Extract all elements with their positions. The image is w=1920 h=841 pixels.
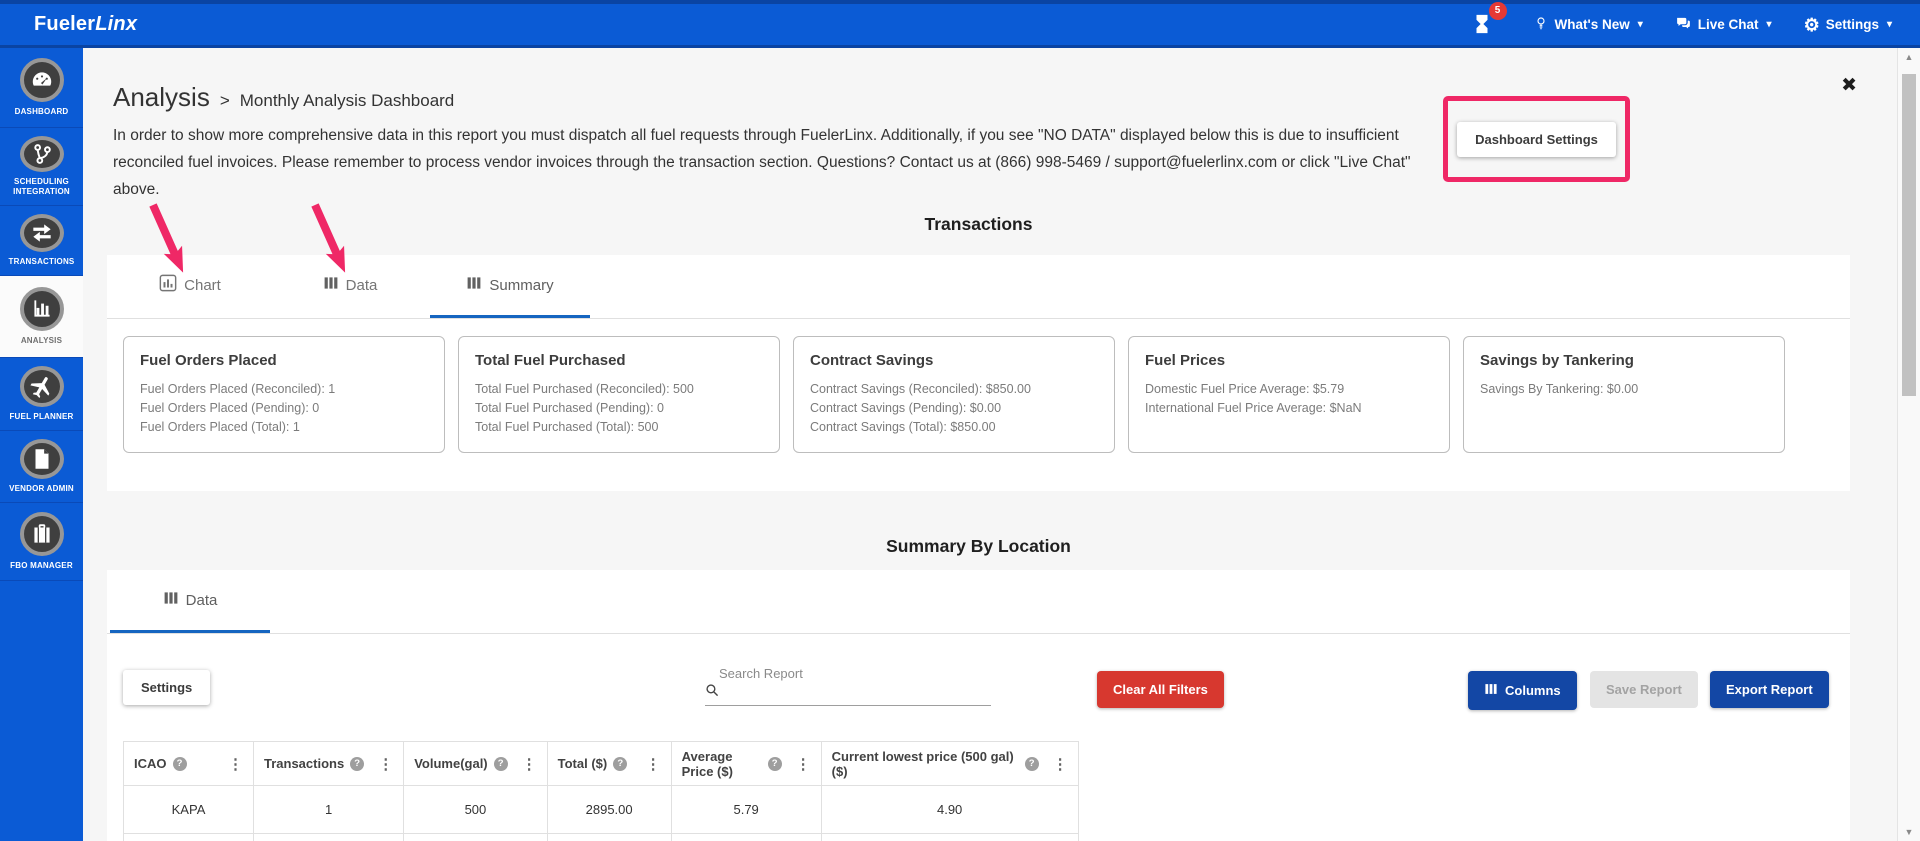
column-menu-icon[interactable]: ⋮ — [376, 755, 395, 773]
transactions-section-heading: Transactions — [924, 214, 1033, 234]
cell-transactions: 1 — [252, 785, 405, 834]
column-menu-icon[interactable]: ⋮ — [520, 755, 539, 773]
help-icon[interactable]: ? — [1024, 756, 1039, 771]
tab-data[interactable]: Data — [270, 255, 430, 318]
summary-by-location-panel: Data Settings Search Report Clear All Fi… — [107, 570, 1850, 841]
help-icon[interactable]: ? — [350, 756, 365, 771]
summary-cards: Fuel Orders Placed Fuel Orders Placed (R… — [107, 319, 1850, 470]
column-header-label: Total ($) — [557, 756, 608, 771]
column-header-label: ICAO — [134, 756, 167, 771]
search-report-label: Search Report — [719, 666, 803, 681]
dashboard-settings-annotation-box: Dashboard Settings — [1443, 96, 1630, 182]
column-header-label: Transactions — [264, 756, 345, 771]
transactions-tabs: Chart Data Summary — [107, 255, 1850, 319]
airplane-icon — [19, 366, 64, 407]
save-report-button[interactable]: Save Report — [1590, 671, 1698, 708]
sidebar-item-fbo-manager[interactable]: FBO MANAGER — [0, 503, 83, 581]
help-icon[interactable]: ? — [493, 756, 508, 771]
sidebar-navigation: DASHBOARD SCHEDULING INTEGRATION TRANSAC… — [0, 48, 83, 841]
lightbulb-icon — [1533, 15, 1549, 34]
sidebar-item-scheduling-integration[interactable]: SCHEDULING INTEGRATION — [0, 128, 83, 206]
git-branch-icon — [19, 136, 64, 172]
column-header-label: Current lowest price (500 gal) ($) — [831, 748, 1014, 779]
chevron-down-icon: ▾ — [1886, 19, 1892, 30]
clear-all-filters-button[interactable]: Clear All Filters — [1097, 671, 1224, 708]
swap-arrows-icon — [19, 214, 64, 252]
columns-bars-icon — [466, 275, 482, 295]
transactions-panel: Chart Data Summary Fuel Orders Placed Fu… — [107, 255, 1850, 491]
tab-chart[interactable]: Chart — [110, 255, 270, 318]
cell-total: 2895.00 — [546, 785, 672, 834]
bar-chart-icon — [19, 287, 64, 331]
search-report-field: Search Report — [705, 666, 991, 706]
settings-button[interactable]: Settings — [123, 670, 211, 705]
column-menu-icon[interactable]: ⋮ — [794, 755, 813, 773]
tab-summary[interactable]: Summary — [430, 255, 590, 318]
vertical-scrollbar[interactable]: ▲ ▼ — [1897, 48, 1920, 841]
close-icon[interactable]: ✖ — [1841, 76, 1857, 95]
summary-by-location-heading: Summary By Location — [886, 536, 1071, 556]
breadcrumb: Analysis > Monthly Analysis Dashboard — [113, 82, 455, 112]
help-icon[interactable]: ? — [172, 756, 187, 771]
scroll-up-arrow-icon[interactable]: ▲ — [1898, 48, 1920, 66]
column-header-label: Volume(gal) — [414, 756, 488, 771]
card-total-fuel-purchased: Total Fuel Purchased Total Fuel Purchase… — [458, 336, 780, 453]
card-savings-by-tankering: Savings by Tankering Savings By Tankerin… — [1463, 336, 1785, 453]
gauge-icon — [19, 58, 64, 102]
notification-badge: 5 — [1488, 1, 1507, 20]
help-icon[interactable]: ? — [767, 756, 782, 771]
report-toolbar: Settings Search Report Clear All Filters… — [107, 634, 1850, 726]
chart-box-icon — [159, 274, 177, 296]
cell-volume: 500 — [403, 785, 548, 834]
card-contract-savings: Contract Savings Contract Savings (Recon… — [793, 336, 1115, 453]
column-menu-icon[interactable]: ⋮ — [1051, 755, 1070, 773]
export-report-button[interactable]: Export Report — [1710, 671, 1829, 708]
column-menu-icon[interactable]: ⋮ — [226, 755, 245, 773]
app-logo: FuelerLinx — [34, 13, 138, 35]
columns-button[interactable]: Columns — [1468, 671, 1577, 710]
table-row-partial — [123, 833, 1079, 841]
page-title: Analysis — [113, 82, 210, 112]
chat-bubbles-icon — [1675, 15, 1692, 35]
columns-bars-icon — [1484, 682, 1498, 699]
settings-dropdown[interactable]: ⚙ Settings ▾ — [1804, 16, 1892, 34]
main-content: Analysis > Monthly Analysis Dashboard ✖ … — [83, 48, 1897, 841]
live-chat-dropdown[interactable]: Live Chat ▾ — [1675, 15, 1772, 35]
card-fuel-orders-placed: Fuel Orders Placed Fuel Orders Placed (R… — [123, 336, 445, 453]
sidebar-item-fuel-planner[interactable]: FUEL PLANNER — [0, 358, 83, 431]
notifications-button[interactable]: 5 — [1471, 1, 1507, 40]
column-header-label: Average Price ($) — [681, 748, 733, 779]
page-subtitle: Monthly Analysis Dashboard — [239, 91, 455, 110]
help-icon[interactable]: ? — [613, 756, 628, 771]
tab-location-data[interactable]: Data — [110, 570, 270, 633]
cell-icao: KAPA — [123, 785, 254, 834]
scrollbar-thumb[interactable] — [1902, 74, 1916, 396]
sidebar-item-transactions[interactable]: TRANSACTIONS — [0, 206, 83, 276]
search-report-input[interactable] — [721, 686, 991, 702]
column-menu-icon[interactable]: ⋮ — [644, 755, 663, 773]
cell-average-price: 5.79 — [670, 785, 822, 834]
table-row[interactable]: KAPA 1 500 2895.00 5.79 4.90 — [123, 785, 1079, 834]
top-navigation-bar: FuelerLinx 5 What's New ▾ Live Chat ▾ ⚙ … — [0, 0, 1920, 48]
chevron-down-icon: ▾ — [1637, 19, 1643, 30]
columns-bars-icon — [163, 590, 179, 610]
cell-current-lowest-price: 4.90 — [820, 785, 1079, 834]
document-icon — [19, 439, 64, 479]
summary-by-location-table: ICAO? ⋮ Transactions? ⋮ Volume(gal)? ⋮ Tota… — [123, 741, 1079, 841]
briefcase-icon — [19, 512, 64, 556]
sidebar-item-vendor-admin[interactable]: VENDOR ADMIN — [0, 431, 83, 503]
search-icon — [705, 683, 721, 702]
summary-tabs: Data — [107, 570, 1850, 634]
intro-text: In order to show more comprehensive data… — [113, 127, 1411, 198]
chevron-down-icon: ▾ — [1766, 19, 1772, 30]
dashboard-settings-button[interactable]: Dashboard Settings — [1457, 121, 1616, 157]
sidebar-item-analysis[interactable]: ANALYSIS — [0, 276, 83, 358]
sidebar-item-dashboard[interactable]: DASHBOARD — [0, 48, 83, 128]
card-fuel-prices: Fuel Prices Domestic Fuel Price Average:… — [1128, 336, 1450, 453]
hourglass-icon — [1471, 13, 1493, 40]
scroll-down-arrow-icon[interactable]: ▼ — [1898, 823, 1920, 841]
whats-new-dropdown[interactable]: What's New ▾ — [1533, 15, 1643, 34]
columns-bars-icon — [323, 275, 339, 295]
gear-icon: ⚙ — [1803, 14, 1820, 35]
